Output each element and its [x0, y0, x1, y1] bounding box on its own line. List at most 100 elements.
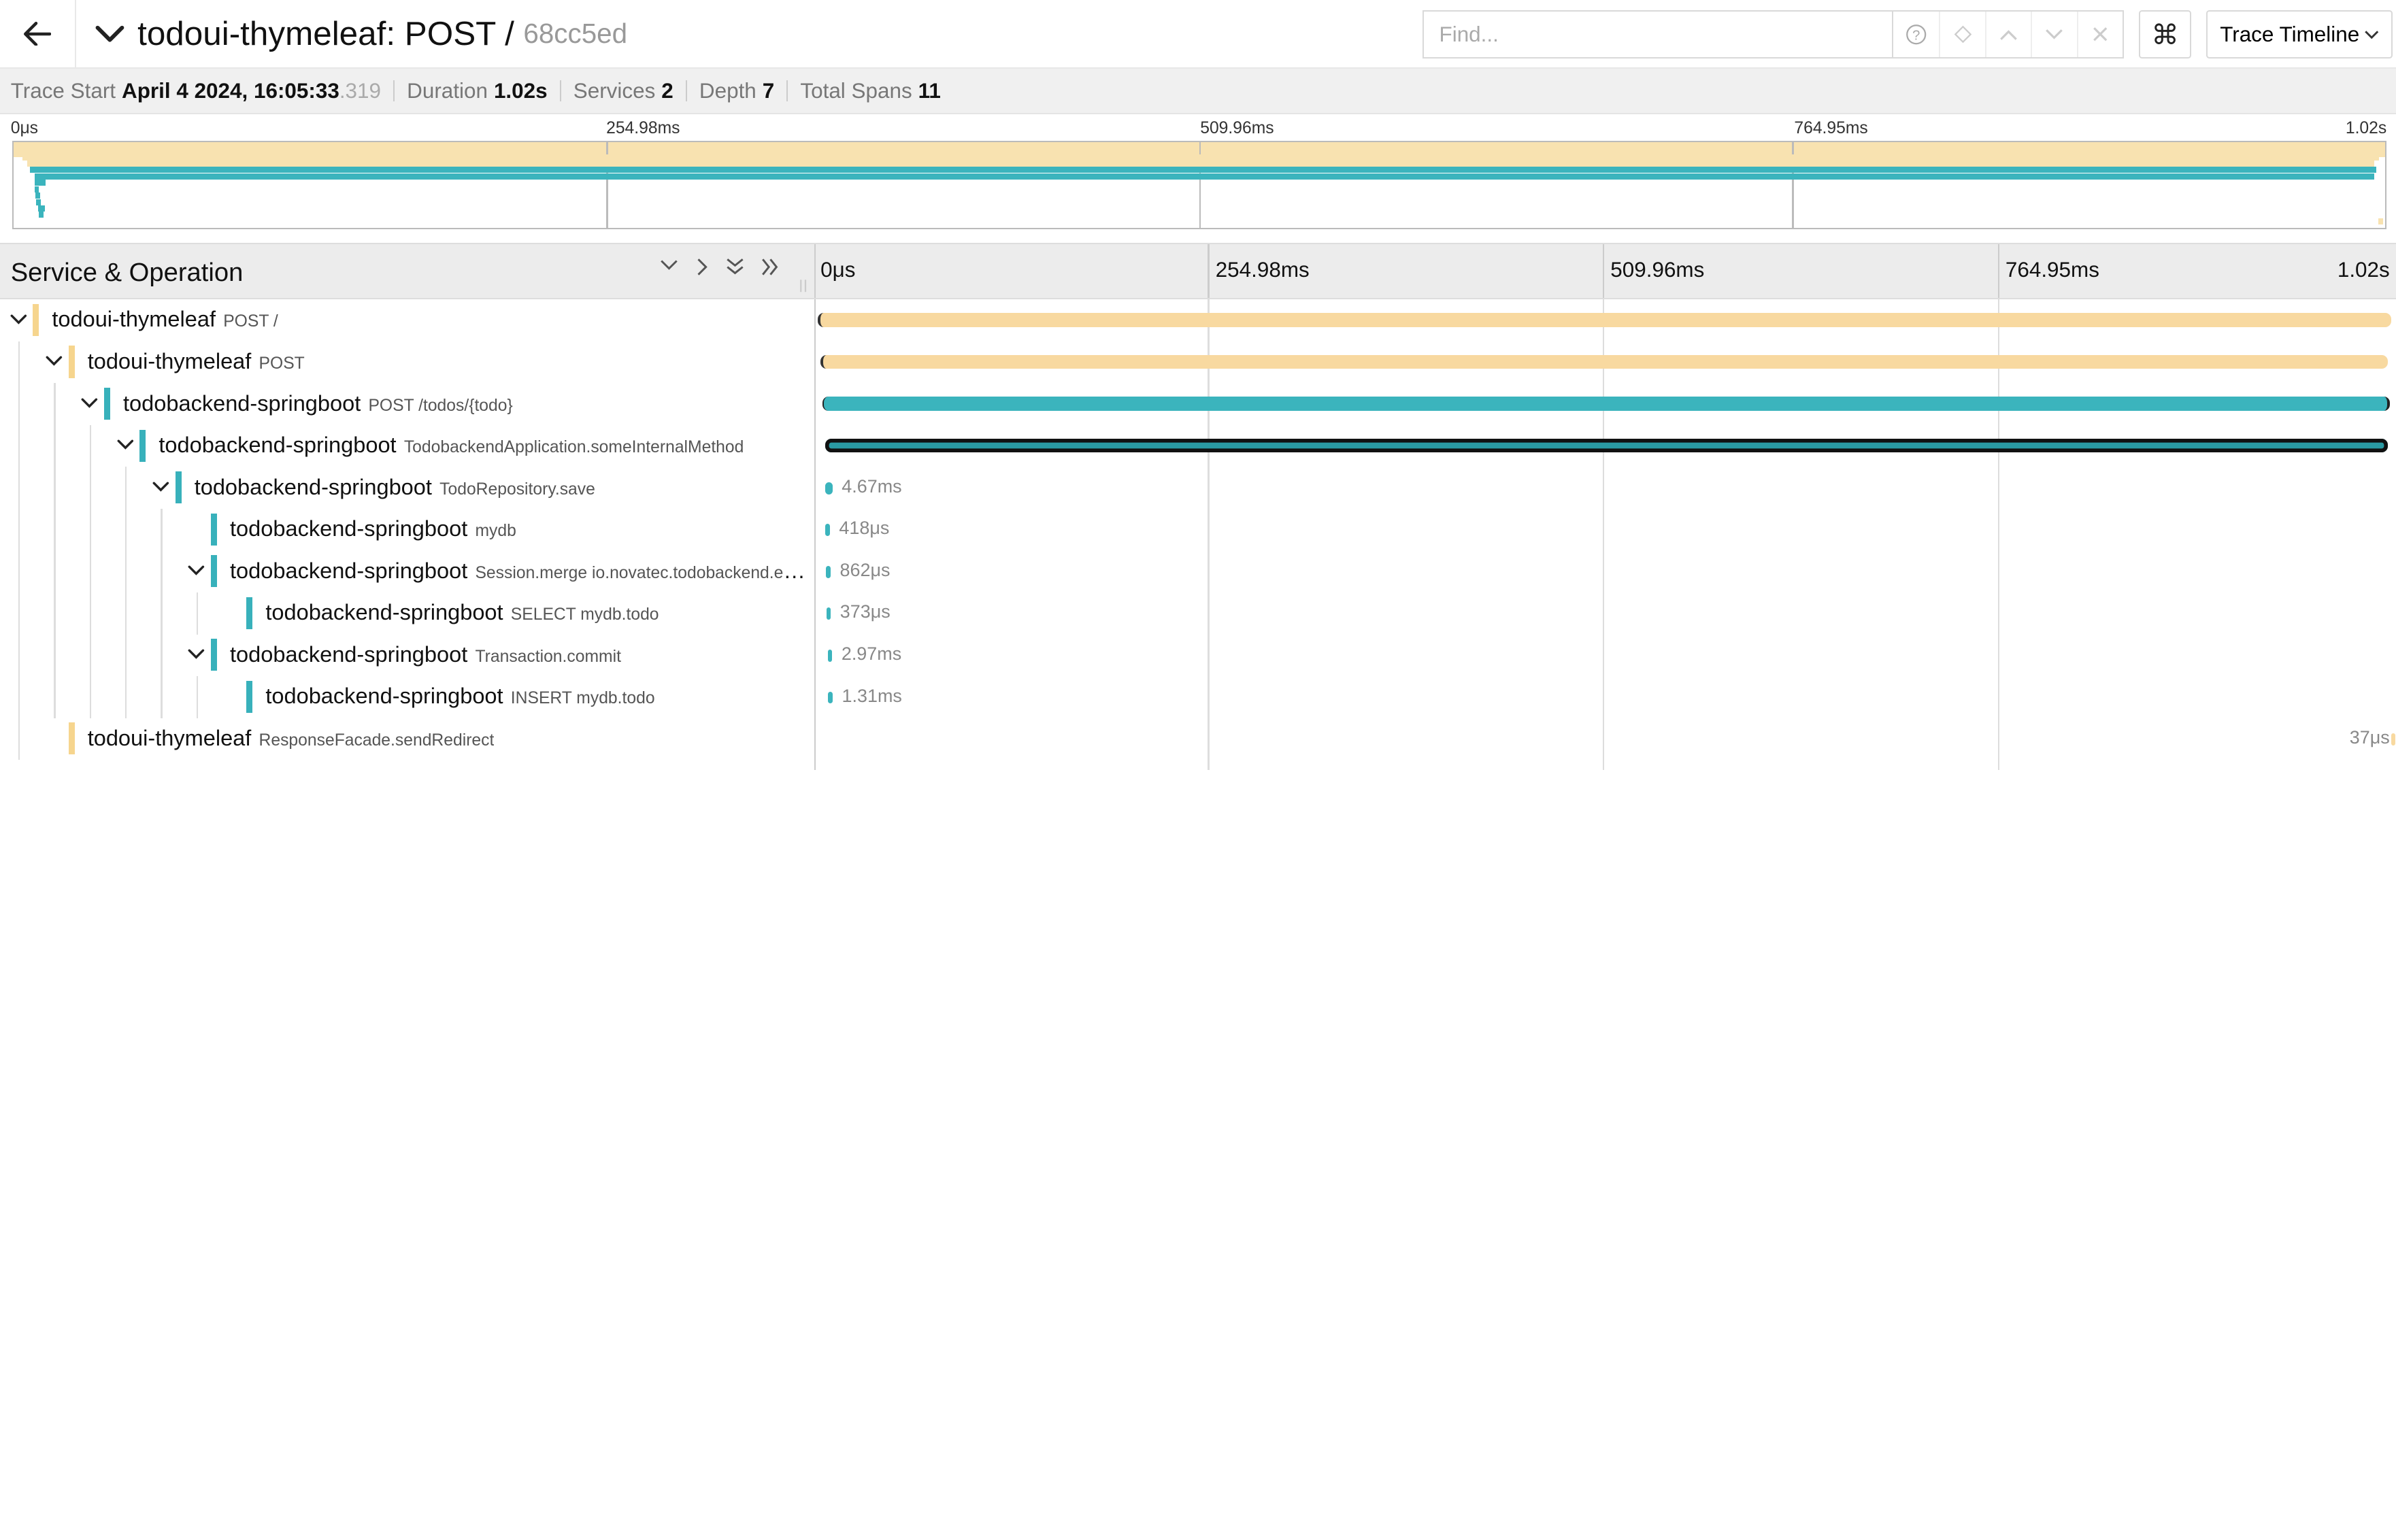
question-circle-icon: ?: [1906, 24, 1927, 45]
chevron-down-icon: [81, 398, 98, 408]
service-color-marker: [210, 513, 217, 546]
span-row[interactable]: todobackend-springboot TodobackendApplica…: [0, 424, 2396, 467]
span-row[interactable]: todobackend-springboot Session.merge io.n…: [0, 550, 2396, 592]
span-row[interactable]: todoui-thymeleaf ResponseFacade.sendRedir…: [0, 718, 2396, 760]
duration-label: Duration: [407, 78, 488, 103]
operation-name: Session.merge io.novatec.todobackend.ent…: [475, 563, 806, 582]
chevron-down-icon: [188, 565, 205, 575]
trace-minimap[interactable]: 0μs 254.98ms 509.96ms 764.95ms 1.02s: [0, 116, 2396, 241]
span-name-cell[interactable]: todoui-thymeleaf ResponseFacade.sendRedir…: [0, 718, 814, 760]
span-name-cell[interactable]: todobackend-springboot INSERT mydb.todo: [0, 676, 814, 718]
column-divider[interactable]: [814, 244, 816, 299]
span-row[interactable]: todoui-thymeleaf POST /: [0, 299, 2396, 341]
span-bar[interactable]: [826, 607, 831, 620]
span-service-name: todobackend-springboot POST /todos/{todo}: [123, 391, 513, 416]
span-bar[interactable]: [827, 649, 833, 662]
minimap-canvas[interactable]: [12, 140, 2387, 229]
span-row[interactable]: todobackend-springboot SELECT mydb.todo 37…: [0, 592, 2396, 635]
span-bar[interactable]: [825, 482, 833, 495]
timeline-tick-label: 1.02s: [2337, 258, 2390, 282]
span-toggle-button[interactable]: [80, 394, 99, 412]
span-bar[interactable]: [826, 565, 831, 578]
collapse-all-button[interactable]: [726, 258, 744, 276]
minimap-tick-label: 764.95ms: [1794, 119, 1868, 138]
span-toggle-button[interactable]: [9, 310, 27, 329]
trace-title: todoui-thymeleaf: POST /: [137, 15, 514, 53]
span-bar-cell[interactable]: 1.31ms: [816, 676, 2395, 718]
span-name-cell[interactable]: todobackend-springboot TodoRepository.sav…: [0, 467, 814, 509]
span-bar-cell[interactable]: 862μs: [816, 550, 2395, 592]
resize-handle[interactable]: [799, 278, 808, 293]
trace-header: todoui-thymeleaf: POST / 68cc5ed ?: [0, 0, 2396, 69]
span-toggle-button[interactable]: [187, 561, 205, 580]
back-button[interactable]: [0, 0, 77, 69]
service-name: todobackend-springboot: [194, 474, 432, 499]
span-bar[interactable]: [817, 313, 2391, 327]
span-bar-cell[interactable]: [816, 341, 2395, 384]
chevron-down-icon: [117, 439, 133, 450]
span-service-name: todobackend-springboot mydb: [230, 516, 516, 541]
expand-all-button[interactable]: [761, 258, 780, 276]
span-row[interactable]: todobackend-springboot TodoRepository.sav…: [0, 467, 2396, 509]
span-row[interactable]: todobackend-springboot INSERT mydb.todo 1.…: [0, 676, 2396, 718]
indent-guide: [18, 508, 20, 551]
span-bar[interactable]: [820, 354, 2389, 369]
span-toggle-button[interactable]: [45, 352, 63, 370]
span-name-cell[interactable]: todoui-thymeleaf POST: [0, 341, 814, 384]
close-icon: [2093, 27, 2108, 41]
span-bar-cell[interactable]: 37μs: [816, 718, 2396, 760]
expand-one-button[interactable]: [695, 258, 710, 276]
duration: Duration 1.02s: [407, 79, 547, 103]
chevron-down-icon: [188, 649, 205, 659]
span-bar[interactable]: [825, 524, 830, 537]
prev-match-button[interactable]: [1984, 11, 2031, 58]
view-select[interactable]: Trace Timeline: [2206, 10, 2393, 59]
span-bar-cell[interactable]: [816, 383, 2395, 425]
service-name: todobackend-springboot: [230, 641, 468, 667]
span-toggle-button[interactable]: [116, 436, 134, 454]
keyboard-shortcuts-button[interactable]: ⌘: [2139, 10, 2191, 59]
span-toggle-button[interactable]: [152, 478, 170, 496]
span-bar-cell[interactable]: 4.67ms: [816, 467, 2395, 509]
services-label: Services: [573, 78, 656, 103]
span-bar-cell[interactable]: [816, 299, 2395, 341]
locate-button[interactable]: [1939, 11, 1984, 58]
service-name: todobackend-springboot: [230, 558, 468, 583]
span-bar[interactable]: [828, 691, 833, 704]
trace-start-ms: .319: [339, 78, 382, 103]
span-row[interactable]: todoui-thymeleaf POST: [0, 341, 2396, 384]
indent-guide: [124, 634, 127, 677]
span-bar-cell[interactable]: 418μs: [816, 509, 2395, 551]
indent-guide: [54, 424, 56, 467]
clear-search-button[interactable]: [2076, 11, 2123, 58]
operation-name: POST: [259, 354, 305, 373]
collapse-one-button[interactable]: [660, 258, 678, 273]
span-name-cell[interactable]: todobackend-springboot Transaction.commit: [0, 634, 814, 677]
span-bar-cell[interactable]: 373μs: [816, 592, 2395, 635]
help-button[interactable]: ?: [1893, 12, 1939, 57]
span-row[interactable]: todobackend-springboot Transaction.commit…: [0, 634, 2396, 677]
timeline-header: Service & Operation 0μs 254.98ms 509.96ms 7…: [0, 243, 2396, 300]
collapse-header-button[interactable]: [95, 23, 125, 44]
service-operation-title: Service & Operation: [10, 258, 244, 288]
span-name-cell[interactable]: todoui-thymeleaf POST /: [0, 299, 814, 341]
span-bar[interactable]: [825, 439, 2389, 453]
span-bar[interactable]: [2391, 733, 2396, 746]
span-name-cell[interactable]: todobackend-springboot SELECT mydb.todo: [0, 592, 814, 635]
indent-guide: [89, 508, 91, 551]
span-bar[interactable]: [822, 397, 2390, 411]
span-toggle-button[interactable]: [187, 645, 205, 663]
span-name-cell[interactable]: todobackend-springboot mydb: [0, 508, 814, 551]
search-input[interactable]: [1424, 11, 1894, 58]
next-match-button[interactable]: [2031, 11, 2076, 58]
span-name-cell[interactable]: todobackend-springboot Session.merge io.n…: [0, 550, 814, 592]
span-row[interactable]: todobackend-springboot POST /todos/{todo}: [0, 383, 2396, 425]
span-name-cell[interactable]: todobackend-springboot POST /todos/{todo}: [0, 383, 814, 425]
span-bar-cell[interactable]: [816, 425, 2395, 467]
span-bar-cell[interactable]: 2.97ms: [816, 635, 2395, 677]
service-name: todobackend-springboot: [123, 390, 361, 416]
span-row[interactable]: todobackend-springboot mydb 418μs: [0, 508, 2396, 551]
operation-name: SELECT mydb.todo: [510, 605, 659, 624]
span-name-cell[interactable]: todobackend-springboot TodobackendApplica…: [0, 424, 814, 467]
trace-start-value: April 4 2024, 16:05:33.319: [122, 79, 381, 103]
